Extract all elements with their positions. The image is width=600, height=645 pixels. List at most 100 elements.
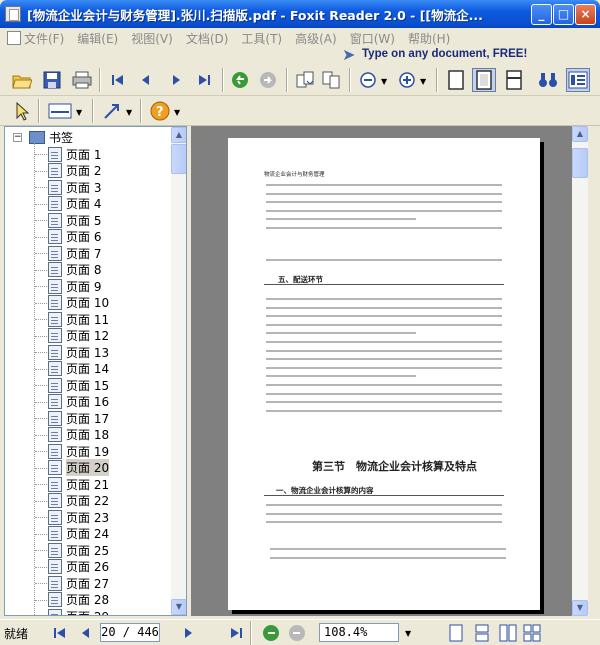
bookmark-item[interactable]: 页面 16 [48,394,109,411]
scroll-down-arrow-icon[interactable]: ▼ [572,600,588,616]
previous-page-icon[interactable] [134,68,158,92]
bookmark-item[interactable]: 页面 4 [48,196,101,213]
bookmark-item[interactable]: 页面 21 [48,476,109,493]
bookmark-item[interactable]: 页面 10 [48,295,109,312]
status-back-icon[interactable] [259,621,283,645]
bookmark-item[interactable]: 页面 18 [48,427,109,444]
bookmark-item[interactable]: 页面 20 [48,459,110,477]
document-scroll-thumb[interactable] [572,148,588,178]
bookmark-item[interactable]: 页面 24 [48,526,109,543]
continuous-view-icon[interactable] [470,621,494,645]
status-forward-icon[interactable] [285,621,309,645]
bookmark-item[interactable]: 页面 27 [48,575,109,592]
bookmark-item[interactable]: 页面 26 [48,559,109,576]
open-folder-icon[interactable] [10,68,34,92]
scroll-up-arrow-icon[interactable]: ▲ [171,127,186,143]
paper-plane-icon: ➤ [342,45,356,64]
bookmark-item[interactable]: 页面 5 [48,212,101,229]
forward-icon[interactable] [256,68,280,92]
next-page-icon[interactable] [164,68,188,92]
help-dropdown-icon[interactable]: ▼ [174,108,180,117]
zoom-dropdown-icon[interactable]: ▼ [405,629,411,638]
actual-size-icon[interactable] [472,68,496,92]
find-binoculars-icon[interactable] [536,68,560,92]
snapshot-dropdown-icon[interactable]: ▼ [76,108,82,117]
bookmark-item[interactable]: 页面 28 [48,592,109,609]
help-icon[interactable]: ? [148,99,172,123]
single-page-view-icon[interactable] [444,621,468,645]
continuous-facing-view-icon[interactable] [520,621,544,645]
bookmark-item[interactable]: 页面 29 [48,608,109,615]
bookmark-item[interactable]: 页面 2 [48,163,101,180]
bookmark-scroll-thumb[interactable] [171,144,186,174]
collapse-toggle-icon[interactable]: − [13,133,22,142]
draw-arrow-icon[interactable] [100,99,124,123]
tree-connector [35,385,47,386]
status-previous-page-icon[interactable] [74,621,98,645]
bookmark-item[interactable]: 页面 1 [48,146,101,163]
zoom-out-dropdown-icon[interactable]: ▼ [381,77,387,86]
facing-view-icon[interactable] [496,621,520,645]
print-icon[interactable] [70,68,94,92]
scroll-up-arrow-icon[interactable]: ▲ [572,126,588,142]
menu-document[interactable]: 文档(D) [186,30,229,47]
bookmark-item[interactable]: 页面 25 [48,542,109,559]
fit-page-icon[interactable] [444,68,468,92]
save-icon[interactable] [40,68,64,92]
bookmark-root[interactable]: 书签 [29,129,73,146]
bookmark-item[interactable]: 页面 11 [48,311,109,328]
menu-edit[interactable]: 编辑(E) [77,30,118,47]
toolbar-separator [99,68,101,92]
bookmark-item[interactable]: 页面 22 [48,493,109,510]
ad-text[interactable]: Type on any document, FREE! [362,48,527,60]
fit-width-icon[interactable] [502,68,526,92]
bookmark-item[interactable]: 页面 12 [48,328,109,345]
bookmark-item[interactable]: 页面 23 [48,509,109,526]
foxit-app-icon[interactable] [5,6,21,22]
status-next-page-icon[interactable] [176,621,200,645]
draw-dropdown-icon[interactable]: ▼ [126,108,132,117]
rotate-right-icon[interactable] [319,68,343,92]
zoom-in-icon[interactable] [395,68,419,92]
maximize-button[interactable]: □ [553,4,574,25]
bookmark-label: 页面 25 [66,543,110,558]
pdf-page[interactable]: 物流企业会计与财务管理 五、配送环节 第三节 物流企业会计核算及特点 一、物流企… [228,138,540,610]
document-view[interactable]: 物流企业会计与财务管理 五、配送环节 第三节 物流企业会计核算及特点 一、物流企… [191,126,588,616]
bookmark-item[interactable]: 页面 14 [48,361,109,378]
page-icon [48,179,62,195]
menu-tools[interactable]: 工具(T) [241,30,282,47]
document-menu-icon[interactable] [7,31,21,45]
zoom-in-dropdown-icon[interactable]: ▼ [420,77,426,86]
rotate-left-icon[interactable] [293,68,317,92]
status-first-page-icon[interactable] [48,621,72,645]
bookmark-item[interactable]: 页面 6 [48,229,101,246]
menu-view[interactable]: 视图(V) [131,30,173,47]
zoom-out-icon[interactable] [356,68,380,92]
page-icon [48,295,62,311]
minimize-button[interactable]: _ [531,4,552,25]
document-scrollbar[interactable]: ▲ ▼ [572,126,588,616]
bookmarks-panel-icon[interactable] [566,68,590,92]
snapshot-tool-icon[interactable] [48,99,72,123]
zoom-level-input[interactable]: 108.4% [319,623,399,642]
bookmark-item[interactable]: 页面 7 [48,245,101,262]
bookmark-item[interactable]: 页面 17 [48,410,109,427]
scroll-down-arrow-icon[interactable]: ▼ [171,599,186,615]
bookmark-scrollbar[interactable]: ▲ ▼ [171,127,186,615]
bookmark-item[interactable]: 页面 3 [48,179,101,196]
back-icon[interactable] [228,68,252,92]
bookmark-item[interactable]: 页面 13 [48,344,109,361]
page-number-input[interactable]: 20 / 446 [100,623,160,642]
ad-banner[interactable]: ➤ Type on any document, FREE! [330,42,527,65]
bookmark-item[interactable]: 页面 19 [48,443,109,460]
last-page-icon[interactable] [192,68,216,92]
bookmark-item[interactable]: 页面 9 [48,278,101,295]
menu-file[interactable]: 文件(F) [24,30,64,47]
status-last-page-icon[interactable] [224,621,248,645]
first-page-icon[interactable] [106,68,130,92]
bookmark-item[interactable]: 页面 15 [48,377,109,394]
select-cursor-icon[interactable] [10,99,34,123]
bookmark-item[interactable]: 页面 8 [48,262,101,279]
close-button[interactable]: × [575,4,596,25]
page-icon [48,163,62,179]
